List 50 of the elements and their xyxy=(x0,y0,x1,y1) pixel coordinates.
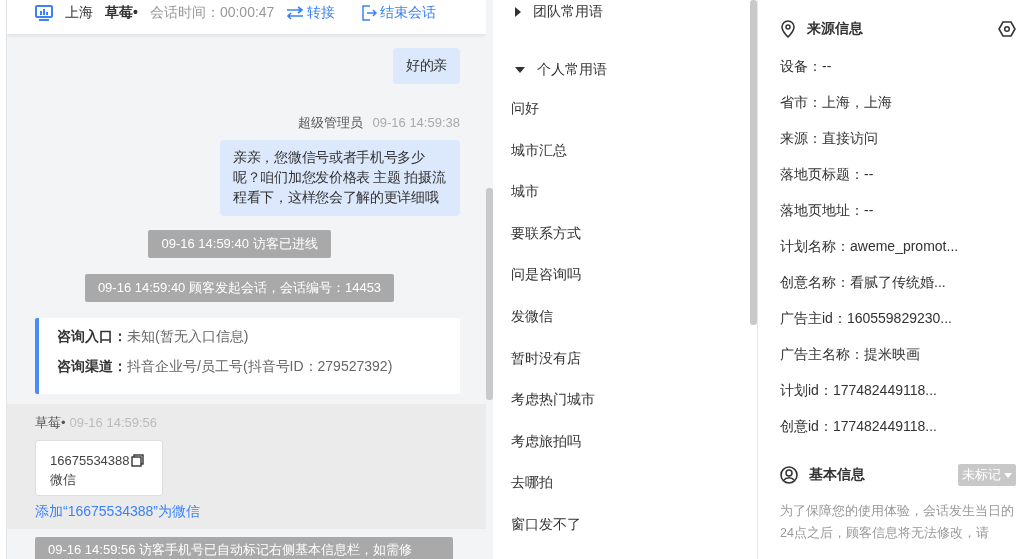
info-row-text: 创意名称：看腻了传统婚... xyxy=(780,273,947,292)
system-notice: 09-16 14:59:40 顾客发起会话，会话编号：14453 xyxy=(84,274,395,302)
info-row-text: 省市：上海，上海 xyxy=(780,93,893,112)
phrase-item[interactable]: 问好 xyxy=(493,96,750,138)
phrase-item[interactable]: 窗口发不了 xyxy=(493,511,750,554)
info-row-text: 创意id：177482449118... xyxy=(780,417,938,436)
info-row-text: 计划id：177482449118... xyxy=(780,381,938,400)
phrase-item[interactable]: 考虑旅拍吗 xyxy=(493,428,750,471)
exit-icon xyxy=(361,5,378,21)
message-bubble: 好的亲 xyxy=(392,48,460,84)
message-meta: 超级管理员 09-16 14:59:38 xyxy=(297,114,460,132)
settings-icon xyxy=(998,21,1016,37)
phone-number: 16675534388 xyxy=(50,452,130,470)
transfer-button[interactable]: 转接 xyxy=(286,4,336,22)
phrase-group-header[interactable]: 团队常用语 xyxy=(493,0,603,24)
location-text: 上海 xyxy=(65,4,93,22)
info-row-text: 落地页地址：-- xyxy=(780,201,875,220)
phrase-item[interactable]: 发微信 xyxy=(493,303,750,346)
phrase-item[interactable]: 问是咨询吗 xyxy=(493,262,750,304)
section-title: 基本信息 xyxy=(809,466,865,484)
system-notice: 09-16 14:59:56 访客手机号已自动标记右侧基本信息栏，如需修 xyxy=(35,537,453,559)
phrase-item[interactable]: 考虑热门城市 xyxy=(493,387,750,429)
session-duration: 会话时间：00:00:47 xyxy=(149,4,275,22)
message-bubble: 亲亲，您微信号或者手机号多少呢？咱们加您发价格表 主题 拍摄流程看下，这样您会了解的更详细哦 xyxy=(220,140,460,216)
phrase-item[interactable]: 城市 xyxy=(493,179,750,221)
phrase-item[interactable]: 城市汇总 xyxy=(493,137,750,180)
section-title: 来源信息 xyxy=(807,20,863,38)
phrase-item[interactable]: 要联系方式 xyxy=(493,220,750,263)
monitor-icon xyxy=(35,5,53,21)
phrase-item[interactable]: 去哪拍 xyxy=(493,470,750,512)
caret-icon xyxy=(1004,472,1012,478)
copy-icon xyxy=(130,454,144,467)
info-row-text: 计划名称：aweme_promot... xyxy=(780,237,960,256)
system-notice: 09-16 14:59:40 访客已进线 xyxy=(148,230,331,258)
info-row-text: 广告主名称：提米映画 xyxy=(780,345,921,364)
notice-text: 为了保障您的使用体验，会话发生当日的24点之后，顾客信息将无法修改，请 xyxy=(780,503,1015,542)
phrase-item[interactable]: 暂时没有店 xyxy=(493,345,750,388)
entry-info-text: 咨询渠道：抖音企业号/员工号(抖音号ID：279527392) xyxy=(57,358,394,376)
visitor-name: 草莓• xyxy=(105,4,138,22)
contact-type: 微信 xyxy=(50,471,77,489)
info-row-text: 来源：直接访问 xyxy=(780,129,879,148)
end-session-button[interactable]: 结束会话 xyxy=(361,4,437,22)
info-row-text: 落地页标题：-- xyxy=(780,165,875,184)
info-row-text: 广告主id：160559829230... xyxy=(780,309,953,328)
swap-icon xyxy=(286,6,305,20)
info-row-text: 设备：-- xyxy=(780,57,833,76)
location-pin-icon xyxy=(780,20,796,38)
entry-info-text: 咨询入口：未知(暂无入口信息) xyxy=(57,328,250,346)
phrase-group-header[interactable]: 个人常用语 xyxy=(493,58,607,82)
user-circle-icon xyxy=(780,466,798,484)
